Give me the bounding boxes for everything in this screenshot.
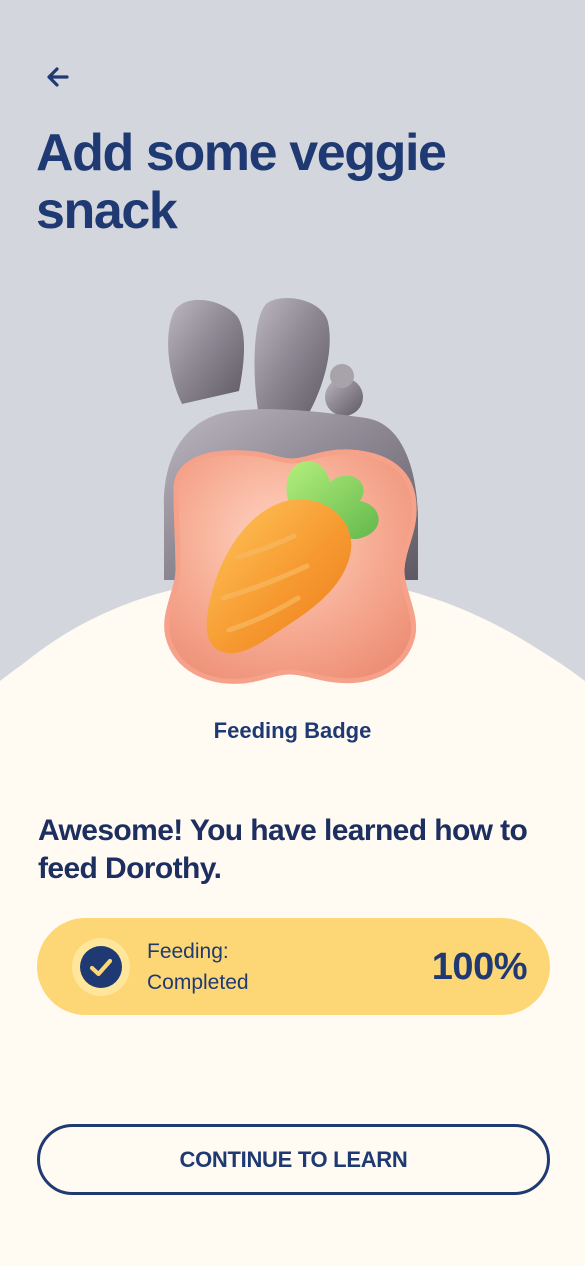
- page-title: Add some veggie snack: [36, 124, 447, 240]
- badge-label: Feeding Badge: [213, 718, 372, 743]
- continue-to-learn-button[interactable]: CONTINUE TO LEARN: [37, 1124, 550, 1195]
- completion-message: Awesome! You have learned how to feed Do…: [38, 814, 528, 885]
- progress-label: Feeding:: [147, 940, 229, 963]
- check-circle-icon: [80, 946, 122, 988]
- progress-status: Feeding: Completed: [147, 936, 249, 998]
- feeding-badge-overlay: [164, 449, 417, 684]
- arrow-left-icon: [47, 67, 69, 87]
- progress-percentage: 100%: [431, 946, 528, 988]
- progress-card: Feeding: Completed 100%: [37, 918, 550, 1015]
- back-button[interactable]: [34, 54, 82, 100]
- progress-state: Completed: [147, 971, 249, 994]
